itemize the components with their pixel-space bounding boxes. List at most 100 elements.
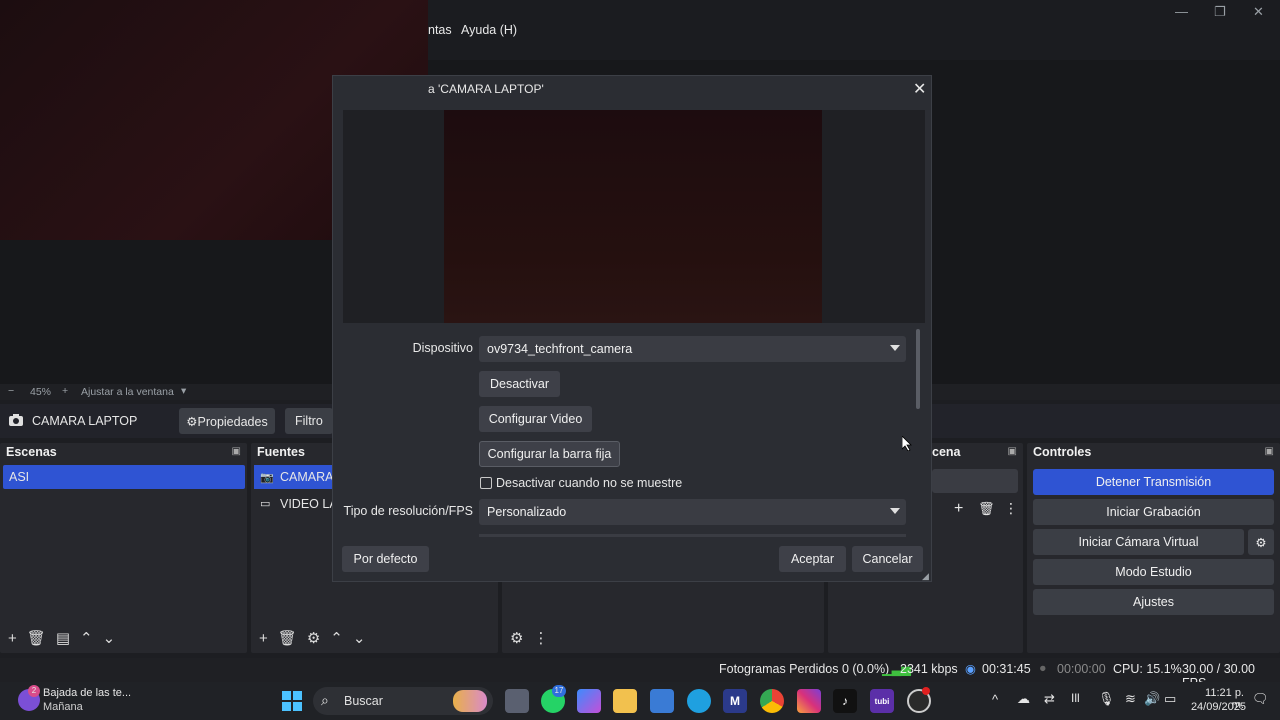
camera-icon [9,414,23,426]
deactivate-button[interactable]: Desactivar [479,371,560,397]
defaults-button[interactable]: Por defecto [342,546,429,572]
configure-video-button[interactable]: Configurar Video [479,406,592,432]
resize-grip-icon[interactable]: ◢ [922,571,929,582]
add-icon[interactable]: + [259,630,268,647]
scenes-toolbar: + 🗑 ▤ ⌃ ⌄ [0,623,247,653]
dialog-preview [343,110,925,323]
mouse-cursor-icon [902,436,912,451]
controls-title: Controles [1033,445,1092,459]
trash-icon[interactable]: 🗑 [978,501,995,517]
more-icon[interactable]: ⋮ [533,629,548,647]
status-bar: Fotogramas Perdidos 0 (0.0%) ▁▃▅ 2341 kb… [0,658,1280,690]
gear-icon[interactable]: ⚙ [307,629,320,647]
checkbox-label: Desactivar cuando no se muestre [496,476,683,490]
notification-title[interactable]: Bajada de las te... [43,687,131,699]
whatsapp-badge: 17 [552,685,566,697]
search-placeholder: Buscar [344,694,383,708]
start-recording-button[interactable]: Iniciar Grabación [1033,499,1274,525]
up-arrow-icon[interactable]: ⌃ [330,629,343,647]
onedrive-icon[interactable]: ☁ [1017,691,1030,707]
microsoft-store-icon[interactable] [650,689,674,713]
battery-icon[interactable]: ▭ [1164,691,1176,707]
tiktok-icon[interactable]: ♪ [833,689,857,713]
filter-icon[interactable]: ▤ [56,629,70,647]
windows-start-icon[interactable] [280,689,304,713]
copilot-icon[interactable] [577,689,601,713]
app-m-icon[interactable]: M [723,689,747,713]
deactivate-when-hidden-checkbox[interactable] [480,477,492,489]
menu-herramientas[interactable]: ntas [428,23,452,37]
audio-meter-icon[interactable]: Ill [1071,691,1080,705]
trash-icon[interactable]: 🗑 [27,629,46,647]
broadcast-icon: ◉ [965,662,976,676]
camera-icon: 📷 [260,472,274,484]
chevron-up-icon[interactable]: ^ [992,692,998,707]
properties-button[interactable]: ⚙Propiedades [179,408,275,434]
chevron-down-icon [890,345,900,351]
up-arrow-icon[interactable]: ⌃ [80,629,93,647]
stream-time: 00:31:45 [982,662,1031,676]
virtual-camera-settings-gear-icon[interactable]: ⚙ [1248,529,1274,555]
accept-button[interactable]: Aceptar [779,546,846,572]
notification-subtitle: Mañana [43,701,83,713]
chevron-down-icon[interactable]: ▾ [181,385,186,397]
wifi-icon[interactable]: ≋ [1125,691,1136,707]
zoom-out-icon[interactable]: − [8,385,14,397]
zoom-in-icon[interactable]: + [62,385,68,397]
scrollbar[interactable] [916,329,920,409]
search-box[interactable]: ⌕ Buscar [313,687,493,715]
zoom-level: 45% [30,386,52,398]
notification-bell-icon[interactable]: 🗨 [1252,691,1269,707]
configure-crossbar-button[interactable]: Configurar la barra fija [479,441,620,467]
dock-icon[interactable]: ▣ [1008,446,1017,457]
dropped-frames: Fotogramas Perdidos 0 (0.0%) [719,662,890,676]
down-arrow-icon[interactable]: ⌄ [103,629,116,647]
menu-ayuda[interactable]: Ayuda (H) [461,23,517,37]
filters-button[interactable]: Filtro [285,408,333,434]
cpu-usage: CPU: 15.1% [1113,662,1182,676]
scene-item-asi[interactable]: ASI [3,465,245,489]
transfer-icon[interactable]: ⇄ [1044,691,1055,707]
file-explorer-icon[interactable] [613,689,637,713]
scenes-title: Escenas [6,445,57,459]
next-field-edge [479,534,906,537]
clock-date[interactable]: 24/09/2025 [1190,701,1246,713]
transition-combo[interactable] [932,469,1018,493]
chrome-icon[interactable] [760,689,784,713]
resolution-type-select[interactable]: Personalizado [479,499,906,525]
stop-streaming-button[interactable]: Detener Transmisión [1033,469,1274,495]
close-icon[interactable]: ✕ [913,79,926,99]
task-view-icon[interactable] [505,689,529,713]
add-icon[interactable]: + [8,630,17,647]
resolution-label: Tipo de resolución/FPS [343,504,473,518]
settings-button[interactable]: Ajustes [1033,589,1274,615]
recording-dot [922,687,930,695]
sources-toolbar: + 🗑 ⚙ ⌃ ⌄ [251,623,498,653]
maximize-icon[interactable]: ❐ [1214,4,1226,20]
volume-icon[interactable]: 🔊 [1144,691,1160,707]
record-icon: ● [1039,661,1047,675]
edge-icon[interactable] [687,689,711,713]
down-arrow-icon[interactable]: ⌄ [353,629,366,647]
minimize-icon[interactable]: — [1175,4,1188,19]
search-highlight-icon [453,690,487,712]
fit-window-label[interactable]: Ajustar a la ventana [81,386,174,398]
properties-dialog: a 'CAMARA LAPTOP' ✕ Dispositivo ov9734_t… [332,75,932,582]
cancel-button[interactable]: Cancelar [852,546,923,572]
notification-badge: 2 [28,685,40,697]
gear-icon[interactable]: ⚙ [510,629,523,647]
close-icon[interactable]: ✕ [1253,4,1264,20]
trash-icon[interactable]: 🗑 [278,629,297,647]
instagram-icon[interactable] [797,689,821,713]
device-label: Dispositivo [412,341,473,355]
start-virtual-camera-button[interactable]: Iniciar Cámara Virtual [1033,529,1244,555]
add-icon[interactable]: + [954,500,963,518]
device-select[interactable]: ov9734_techfront_camera [479,336,906,362]
dock-icon[interactable]: ▣ [232,446,241,457]
tubi-icon[interactable]: tubi [870,689,894,713]
record-time: 00:00:00 [1057,662,1106,676]
studio-mode-button[interactable]: Modo Estudio [1033,559,1274,585]
microphone-icon[interactable]: 🎙 [1098,691,1115,707]
more-icon[interactable]: ⋮ [1004,500,1018,517]
dock-icon[interactable]: ▣ [1265,446,1274,457]
